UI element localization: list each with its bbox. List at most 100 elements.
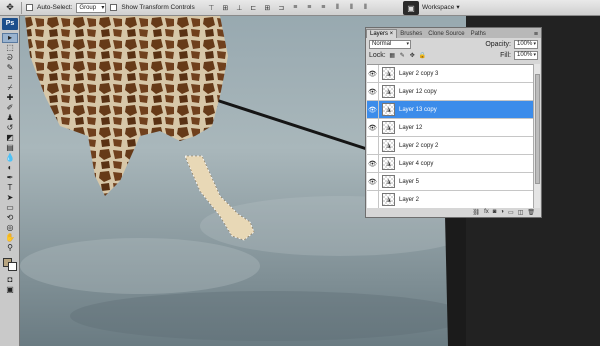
- blur-tool-icon[interactable]: 💧: [2, 153, 18, 163]
- tab-layers[interactable]: Layers ×: [366, 29, 398, 38]
- shape-tool-icon[interactable]: ▭: [2, 203, 18, 213]
- fill-input[interactable]: 100%: [514, 51, 538, 60]
- layer-name: Layer 2: [399, 196, 420, 203]
- align-top-icon[interactable]: ⊤: [207, 3, 216, 12]
- brush-tool-icon[interactable]: ✐: [2, 103, 18, 113]
- layers-panel: Layers × Brushes Clone Source Paths ≡ No…: [365, 27, 542, 218]
- eye-icon[interactable]: 👁: [367, 172, 379, 191]
- workspace-icon[interactable]: ▣: [403, 1, 419, 15]
- layer-name: Layer 2 copy 2: [399, 142, 439, 149]
- chevron-down-icon: ▾: [456, 4, 460, 11]
- tab-clone-source[interactable]: Clone Source: [425, 30, 467, 38]
- quick-mask-icon[interactable]: ◘: [2, 275, 18, 285]
- layer-name: Layer 12: [399, 124, 423, 131]
- align-right-icon[interactable]: ⊐: [277, 3, 286, 12]
- distribute-vcenter-icon[interactable]: ≡: [305, 3, 314, 12]
- pen-tool-icon[interactable]: ✒: [2, 173, 18, 183]
- marquee-tool-icon[interactable]: ⬚: [2, 43, 18, 53]
- eye-icon[interactable]: 👁: [367, 65, 379, 83]
- lock-all-icon[interactable]: 🔒: [419, 52, 426, 59]
- distribute-top-icon[interactable]: ≡: [291, 3, 300, 12]
- healing-tool-icon[interactable]: ✚: [2, 93, 18, 103]
- distribute-left-icon[interactable]: ⦀: [333, 3, 342, 12]
- layer-row[interactable]: 👁 ◮ Layer 5: [367, 172, 534, 191]
- eyedropper-tool-icon[interactable]: ⌿: [2, 83, 18, 93]
- layer-row[interactable]: 👁 ◮ Layer 2 copy 3: [367, 65, 534, 83]
- eye-icon[interactable]: 👁: [367, 82, 379, 101]
- panel-menu-icon[interactable]: ≡: [531, 31, 541, 38]
- eye-icon[interactable]: 👁: [367, 118, 379, 137]
- lock-pixels-icon[interactable]: ✎: [399, 52, 406, 59]
- show-transform-checkbox[interactable]: [110, 4, 118, 11]
- auto-select-checkbox[interactable]: [26, 4, 33, 11]
- separator: [21, 1, 22, 14]
- type-tool-icon[interactable]: T: [2, 183, 18, 193]
- layer-row[interactable]: ◮ Layer 2: [367, 190, 534, 208]
- lock-transparency-icon[interactable]: ▦: [389, 52, 396, 59]
- color-swatches[interactable]: [2, 257, 18, 271]
- layer-row[interactable]: 👁 ◮ Layer 4 copy: [367, 154, 534, 173]
- lock-position-icon[interactable]: ✥: [409, 52, 416, 59]
- show-transform-label: Show Transform Controls: [121, 4, 195, 11]
- layer-thumbnail: ◮: [382, 85, 395, 98]
- layer-row[interactable]: 👁 ◮ Layer 12: [367, 118, 534, 137]
- distribute-hcenter-icon[interactable]: ⦀: [347, 3, 356, 12]
- layer-mask-icon[interactable]: ◙: [493, 209, 497, 215]
- scroll-thumb[interactable]: [535, 74, 540, 184]
- delete-layer-icon[interactable]: 🗑: [527, 209, 535, 216]
- auto-select-dropdown[interactable]: Group: [76, 2, 107, 13]
- path-select-tool-icon[interactable]: ➤: [2, 193, 18, 203]
- lasso-tool-icon[interactable]: ᘐ: [2, 53, 18, 63]
- blend-row: Normal Opacity: 100%: [366, 39, 541, 50]
- layer-name: Layer 4 copy: [399, 160, 434, 167]
- distribute-right-icon[interactable]: ⦀: [361, 3, 370, 12]
- crop-tool-icon[interactable]: ⌗: [2, 73, 18, 83]
- eye-icon[interactable]: 👁: [367, 154, 379, 173]
- eraser-tool-icon[interactable]: ◩: [2, 133, 18, 143]
- tab-brushes[interactable]: Brushes: [397, 30, 425, 38]
- opacity-input[interactable]: 100%: [514, 40, 538, 49]
- workspace-label: Workspace: [422, 3, 455, 11]
- eye-hidden-icon[interactable]: [367, 190, 379, 208]
- move-tool-icon[interactable]: ✥: [3, 2, 17, 13]
- gradient-tool-icon[interactable]: ▤: [2, 143, 18, 153]
- layer-row-selected[interactable]: 👁 ◮ Layer 13 copy: [367, 100, 534, 119]
- clone-stamp-tool-icon[interactable]: ♟: [2, 113, 18, 123]
- blend-mode-dropdown[interactable]: Normal: [369, 40, 411, 49]
- tab-paths[interactable]: Paths: [468, 30, 489, 38]
- workspace-button[interactable]: Workspace ▾: [422, 3, 460, 12]
- panel-footer: ⛓ fx ◙ ◑ ▭ ◫ 🗑: [366, 207, 541, 217]
- screen-mode-icon[interactable]: ▣: [2, 285, 18, 295]
- layer-thumbnail: ◮: [382, 67, 395, 80]
- 3d-orbit-tool-icon[interactable]: ◎: [2, 223, 18, 233]
- panel-tabs: Layers × Brushes Clone Source Paths ≡: [366, 28, 541, 38]
- align-buttons: ⊤ ⊞ ⊥ ⊏ ⊞ ⊐ ≡ ≡ ≡ ⦀ ⦀ ⦀: [207, 3, 370, 12]
- 3d-rotate-tool-icon[interactable]: ⟲: [2, 213, 18, 223]
- align-hcenter-icon[interactable]: ⊞: [263, 3, 272, 12]
- layer-row[interactable]: ◮ Layer 2 copy 2: [367, 136, 534, 155]
- opacity-label: Opacity:: [485, 41, 511, 48]
- quick-select-tool-icon[interactable]: ✎: [2, 63, 18, 73]
- move-tool-icon[interactable]: ▸: [2, 33, 18, 43]
- history-brush-tool-icon[interactable]: ↺: [2, 123, 18, 133]
- new-layer-icon[interactable]: ◫: [518, 209, 524, 216]
- align-left-icon[interactable]: ⊏: [249, 3, 258, 12]
- align-vcenter-icon[interactable]: ⊞: [221, 3, 230, 12]
- align-bottom-icon[interactable]: ⊥: [235, 3, 244, 12]
- eye-hidden-icon[interactable]: [367, 136, 379, 155]
- zoom-tool-icon[interactable]: ⚲: [2, 243, 18, 253]
- layers-scrollbar[interactable]: [533, 64, 540, 208]
- eye-icon[interactable]: 👁: [367, 100, 379, 119]
- new-group-icon[interactable]: ▭: [508, 209, 514, 216]
- lock-row: Lock: ▦ ✎ ✥ 🔒 Fill: 100%: [366, 50, 541, 61]
- link-layers-icon[interactable]: ⛓: [472, 209, 480, 216]
- dodge-tool-icon[interactable]: ◐: [2, 163, 18, 173]
- layer-style-icon[interactable]: fx: [484, 209, 489, 215]
- layer-name: Layer 12 copy: [399, 88, 437, 95]
- hand-tool-icon[interactable]: ✋: [2, 233, 18, 243]
- distribute-bottom-icon[interactable]: ≡: [319, 3, 328, 12]
- auto-select-label: Auto-Select:: [37, 4, 73, 11]
- background-color-swatch[interactable]: [8, 262, 17, 271]
- layer-row[interactable]: 👁 ◮ Layer 12 copy: [367, 82, 534, 101]
- adjustment-layer-icon[interactable]: ◑: [500, 209, 504, 215]
